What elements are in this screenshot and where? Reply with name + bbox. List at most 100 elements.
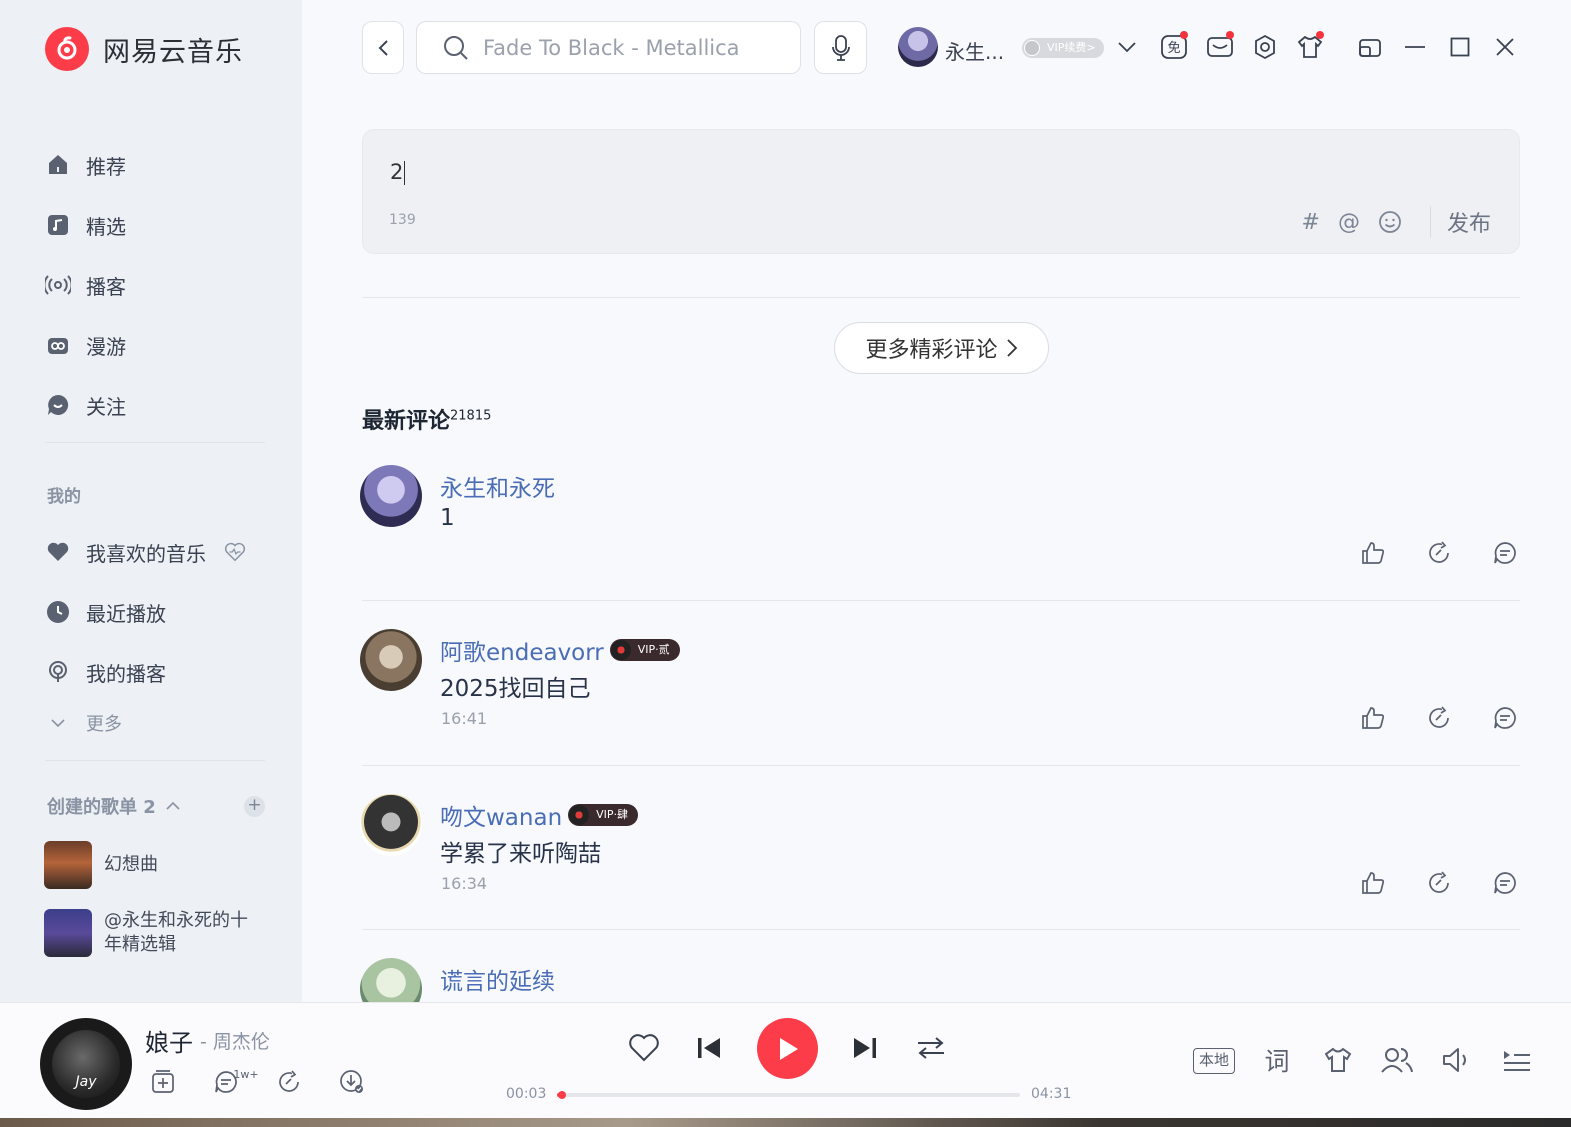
mini-mode-button[interactable] — [1354, 31, 1386, 63]
comment-item: 谎言的延续 — [360, 958, 1520, 1002]
total-duration: 04:31 — [1031, 1086, 1072, 1102]
sidebar-item-liked-music[interactable]: 我喜欢的音乐 — [45, 522, 265, 582]
comment-avatar[interactable] — [360, 465, 422, 527]
music-note-icon — [45, 212, 71, 238]
user-avatar[interactable] — [898, 27, 938, 67]
song-artist[interactable]: - 周杰伦 — [200, 1027, 270, 1054]
free-mode-button[interactable]: 免 — [1158, 31, 1190, 63]
sidebar-divider — [45, 442, 265, 443]
sidebar-item-my-podcast[interactable]: 我的播客 — [45, 642, 265, 702]
progress-bar[interactable] — [557, 1091, 1020, 1099]
nav-item-roam[interactable]: 漫游 — [45, 315, 265, 375]
search-box[interactable] — [416, 21, 801, 74]
share-button[interactable] — [1424, 538, 1454, 568]
microphone-icon — [831, 34, 850, 61]
window-backdrop — [0, 1118, 1571, 1127]
comment-username-text: 阿歌endeavorr — [440, 640, 604, 666]
comment-actions — [1322, 538, 1520, 568]
back-button[interactable] — [362, 21, 404, 74]
comment-username[interactable]: 永生和永死 — [440, 469, 555, 503]
heart-outline-icon — [629, 1034, 659, 1062]
download-button[interactable] — [337, 1067, 367, 1097]
comment-avatar[interactable] — [360, 794, 422, 856]
listen-together-button[interactable] — [1380, 1043, 1414, 1077]
playlist-item[interactable]: 幻想曲 — [44, 841, 274, 889]
comment-username[interactable]: 吻文wanan VIP·肆 — [440, 798, 639, 832]
sound-effect-button[interactable] — [1321, 1043, 1355, 1077]
share-button[interactable] — [1424, 868, 1454, 898]
close-button[interactable] — [1489, 31, 1521, 63]
repeat-mode-button[interactable] — [914, 1030, 948, 1066]
maximize-button[interactable] — [1444, 31, 1476, 63]
clock-icon — [45, 599, 71, 625]
notification-dot — [1226, 31, 1234, 39]
share-icon — [1429, 871, 1449, 893]
username[interactable]: 永生... — [945, 36, 1004, 65]
created-playlists-header[interactable]: 创建的歌单 2 — [47, 793, 267, 819]
next-button[interactable] — [850, 1030, 880, 1066]
add-to-playlist-button[interactable] — [148, 1067, 178, 1097]
chevron-down-icon — [1118, 42, 1136, 53]
share-button[interactable] — [1424, 703, 1454, 733]
home-icon — [45, 152, 71, 178]
reply-button[interactable] — [1490, 538, 1520, 568]
search-input[interactable] — [483, 35, 783, 60]
lyrics-button[interactable]: 词 — [1262, 1043, 1292, 1077]
messages-button[interactable] — [1204, 31, 1236, 63]
comment-input-text: 2 — [390, 160, 404, 184]
reply-button[interactable] — [1490, 703, 1520, 733]
account-dropdown[interactable] — [1111, 31, 1143, 63]
sidebar-item-label: 最近播放 — [86, 601, 166, 626]
comment-username[interactable]: 谎言的延续 — [440, 962, 555, 996]
add-playlist-button[interactable]: + — [244, 796, 265, 817]
voice-search-button[interactable] — [814, 21, 867, 74]
vip-renew-badge[interactable]: VIP续费> — [1022, 38, 1104, 58]
playlist-name: @永生和永死的十年精选辑 — [104, 910, 248, 955]
album-cover[interactable]: Jay — [40, 1018, 132, 1110]
nav-item-recommend[interactable]: 推荐 — [45, 135, 265, 195]
nav-item-podcast[interactable]: 播客 — [45, 255, 265, 315]
minimize-button[interactable] — [1399, 31, 1431, 63]
song-share-button[interactable] — [274, 1067, 304, 1097]
netease-logo-icon — [45, 27, 89, 71]
emoji-button[interactable] — [1378, 210, 1402, 234]
album-art-text: Jay — [52, 1030, 120, 1098]
more-comments-button[interactable]: 更多精彩评论 — [834, 322, 1049, 374]
like-button[interactable] — [1358, 868, 1388, 898]
playlist-item[interactable]: @永生和永死的十年精选辑 — [44, 909, 274, 957]
comment-actions — [1322, 703, 1520, 733]
like-song-button[interactable] — [627, 1030, 661, 1066]
local-button[interactable]: 本地 — [1193, 1048, 1235, 1074]
song-title[interactable]: 娘子 — [145, 1023, 193, 1058]
volume-button[interactable] — [1439, 1043, 1473, 1077]
previous-button[interactable] — [694, 1030, 724, 1066]
like-button[interactable] — [1358, 703, 1388, 733]
comment-username[interactable]: 阿歌endeavorr VIP·贰 — [440, 633, 680, 667]
comment-input[interactable]: 2 — [390, 160, 406, 185]
podcast-icon — [45, 659, 71, 685]
app-logo[interactable]: 网易云音乐 — [45, 27, 243, 71]
playlist-queue-button[interactable] — [1500, 1043, 1534, 1077]
reply-button[interactable] — [1490, 868, 1520, 898]
publish-button[interactable]: 发布 — [1429, 206, 1491, 238]
heartbeat-mode-icon[interactable] — [224, 541, 246, 563]
song-comments-button[interactable]: 1w+ — [211, 1067, 259, 1097]
comment-avatar[interactable] — [360, 629, 422, 691]
nav-item-featured[interactable]: 精选 — [45, 195, 265, 255]
nav-item-follow[interactable]: 关注 — [45, 375, 265, 435]
comment-avatar[interactable] — [360, 958, 422, 1002]
comment-time: 16:41 — [441, 709, 488, 728]
repeat-icon — [918, 1037, 944, 1059]
sidebar-item-recent[interactable]: 最近播放 — [45, 582, 265, 642]
playlist-cover — [44, 909, 92, 957]
comment-composer[interactable]: 2 139 # @ 发布 — [362, 129, 1520, 254]
mention-button[interactable]: @ — [1338, 210, 1360, 235]
settings-button[interactable] — [1249, 31, 1281, 63]
vip-level-text: VIP·贰 — [637, 643, 670, 656]
sidebar-more[interactable]: 更多 — [45, 702, 265, 744]
play-button[interactable] — [757, 1018, 818, 1079]
thumbs-up-icon — [1362, 872, 1385, 894]
skin-button[interactable] — [1294, 31, 1326, 63]
like-button[interactable] — [1358, 538, 1388, 568]
hashtag-button[interactable]: # — [1302, 210, 1320, 235]
